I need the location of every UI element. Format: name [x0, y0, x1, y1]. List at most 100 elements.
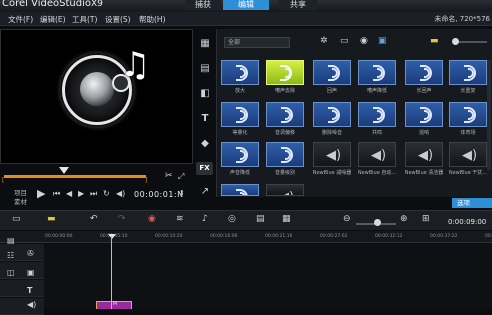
multi-camera-icon[interactable]: ▦	[282, 214, 291, 224]
filter-name: 嘈声降低	[366, 88, 387, 94]
playhead-handle[interactable]	[108, 234, 116, 239]
options-button[interactable]: 选项	[452, 198, 492, 208]
record-capture-icon[interactable]: ◉	[148, 214, 156, 224]
timeline-ruler[interactable]	[0, 231, 492, 243]
filter-thumbnail[interactable]	[449, 60, 487, 85]
menu-settings[interactable]: 设置(S)	[105, 14, 131, 25]
filter-thumbnail[interactable]	[221, 102, 259, 127]
scrub-bar[interactable]	[4, 175, 146, 178]
filter-thumbnail[interactable]	[313, 102, 351, 127]
filter-thumbnail[interactable]: ◀)	[358, 142, 396, 167]
filter-thumbnail[interactable]: ◀)	[449, 142, 487, 167]
app-title-main: Corel VideoStudio	[2, 0, 91, 9]
timeline-zoom-knob[interactable]	[374, 219, 381, 226]
storyboard-view-icon[interactable]: ▭	[12, 214, 21, 224]
filter-thumbnail[interactable]	[358, 60, 396, 85]
menu-file[interactable]: 文件(F)	[8, 14, 33, 25]
zoom-in-icon[interactable]: ⊕	[400, 214, 408, 224]
filter-thumbnail[interactable]	[221, 60, 259, 85]
filter-name: 回声	[326, 88, 337, 94]
overlay-toggle-icon[interactable]: ◫	[7, 268, 15, 277]
play-icon[interactable]: ▶	[37, 187, 45, 200]
video-track-icon[interactable]: ✇	[27, 249, 34, 258]
filter-thumbnail[interactable]: ◀)	[405, 142, 443, 167]
fit-project-icon[interactable]: ⊞	[422, 214, 430, 224]
filter-thumbnail[interactable]	[449, 102, 487, 127]
filter-thumbnail[interactable]	[221, 184, 259, 196]
next-frame-icon[interactable]: ▶	[78, 189, 84, 198]
filter-thumbnail[interactable]	[313, 60, 351, 85]
subtitle-editor-icon[interactable]: ▤	[256, 214, 265, 224]
timeline-clip-label: M	[113, 301, 118, 307]
voice-track-icon[interactable]: ◀)	[27, 300, 36, 309]
filter-view-icon[interactable]: ▣	[378, 36, 387, 46]
filter-thumbnail[interactable]	[221, 142, 259, 167]
speaker-wave-icon: ◀)	[326, 148, 342, 163]
library-scrollbar[interactable]	[487, 60, 491, 170]
overlay-track-icon[interactable]: ▣	[27, 268, 35, 277]
filter-thumbnail[interactable]	[405, 60, 443, 85]
video-filter-icon[interactable]: ▭	[340, 36, 349, 46]
thumbnail-size-slider[interactable]	[455, 41, 487, 43]
tab-share[interactable]: 共享	[279, 0, 317, 10]
audio-filter-icon[interactable]: ◉	[360, 36, 368, 46]
filter-thumbnail[interactable]	[266, 102, 304, 127]
filter-name: 共鸣	[371, 130, 382, 136]
track-add-icon[interactable]: ☷	[7, 251, 14, 260]
filter-name: NewBlue 干扰...	[448, 170, 488, 176]
ruler-tick-label: 00:00:43:08	[485, 234, 492, 239]
redo-icon[interactable]: ↷	[118, 214, 126, 224]
volume-icon[interactable]: ◀)	[116, 189, 125, 198]
timeline-view-icon[interactable]: ▬	[47, 214, 56, 224]
fx-add-icon[interactable]: ✲	[320, 36, 328, 46]
filter-thumbnail[interactable]	[266, 142, 304, 167]
filter-name: 嘈声去除	[274, 88, 295, 94]
path-icon[interactable]: ↗	[197, 185, 213, 198]
trim-left-marker[interactable]: [	[2, 177, 4, 184]
undo-icon[interactable]: ↶	[90, 214, 98, 224]
filter-thumbnail[interactable]	[358, 102, 396, 127]
library-category-dropdown[interactable]: 全部	[224, 37, 290, 48]
resize-icon[interactable]: ⤢	[178, 172, 184, 182]
instant-project-icon[interactable]: ▤	[197, 62, 213, 75]
title-track-icon[interactable]: T	[27, 286, 32, 295]
filter-thumbnail[interactable]: ◀)	[313, 142, 351, 167]
filter-name: 长重复	[460, 88, 476, 94]
menu-help[interactable]: 帮助(H)	[139, 14, 166, 25]
filter-thumbnail[interactable]	[405, 102, 443, 127]
track-header-voice	[0, 298, 44, 315]
ruler-tick-label: 00:00:21:16	[265, 234, 293, 239]
trim-right-marker[interactable]: ]	[145, 177, 147, 184]
sound-mixer-icon[interactable]: ≋	[176, 214, 184, 224]
filter-name: 等量化	[232, 130, 248, 136]
preview-timecode[interactable]: 00:00:01:N	[134, 190, 184, 199]
thumbnail-size-knob[interactable]	[452, 38, 459, 45]
zoom-out-icon[interactable]: ⊖	[343, 214, 351, 224]
playhead[interactable]	[111, 236, 112, 309]
filter-thumbnail[interactable]	[266, 60, 304, 85]
list-view-icon[interactable]: ▬	[430, 36, 439, 46]
scissor-icon[interactable]: ✂	[165, 171, 173, 181]
scrub-handle[interactable]	[59, 167, 69, 174]
menu-tools[interactable]: 工具(T)	[72, 14, 97, 25]
speaker-wave-icon: ◀)	[279, 190, 294, 195]
track-manager-icon[interactable]: ▤	[7, 236, 15, 245]
motion-tracking-icon[interactable]: ◎	[228, 214, 236, 224]
go-to-start-icon[interactable]: ⏮	[53, 189, 60, 199]
title-icon[interactable]: T	[197, 112, 213, 125]
repeat-icon[interactable]: ↻	[103, 189, 110, 198]
tab-capture[interactable]: 捕获	[185, 0, 221, 10]
auto-music-icon[interactable]: ♪	[202, 214, 208, 224]
fx-filter-icon[interactable]: FX	[196, 162, 213, 175]
timecode-stepper-icon[interactable]: ⇕	[179, 189, 185, 197]
previous-frame-icon[interactable]: ◀	[66, 189, 72, 198]
go-to-end-icon[interactable]: ⏭	[90, 189, 97, 199]
app-title-version: X9	[90, 0, 103, 9]
graphics-icon[interactable]: ◆	[197, 137, 213, 150]
media-icon[interactable]: ▦	[197, 37, 213, 50]
label-clip[interactable]: 素材	[14, 196, 27, 206]
transition-icon[interactable]: ◧	[197, 87, 213, 100]
tab-edit[interactable]: 编辑	[223, 0, 269, 10]
menu-edit[interactable]: 编辑(E)	[40, 14, 66, 25]
filter-thumbnail[interactable]: ◀)	[266, 184, 304, 196]
